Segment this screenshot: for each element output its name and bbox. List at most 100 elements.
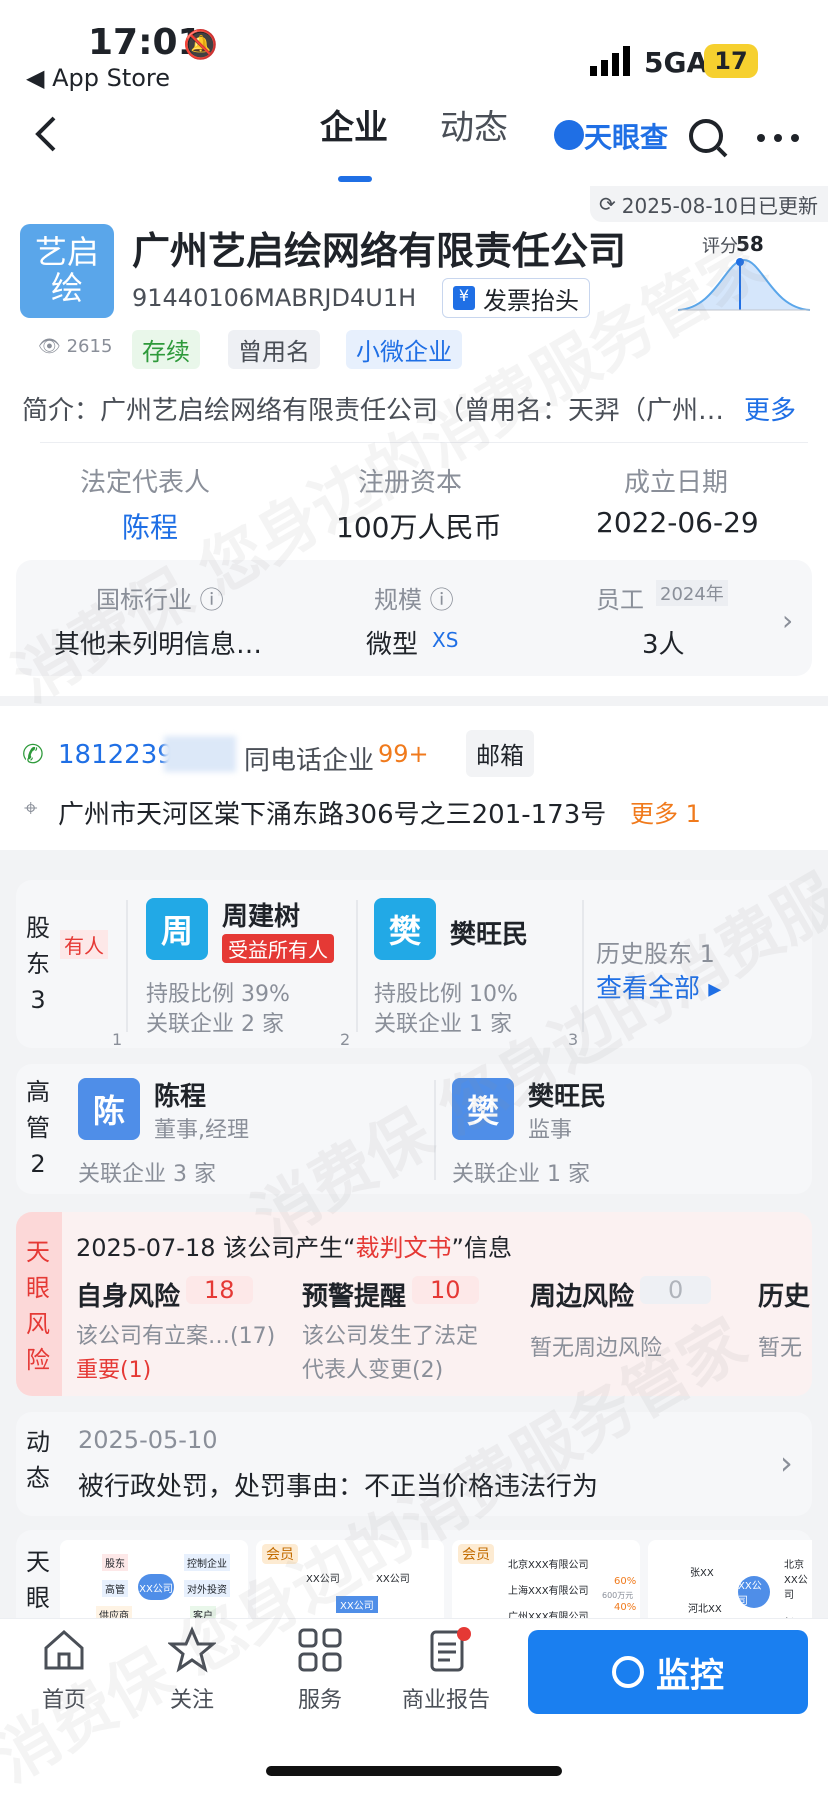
executive-name[interactable]: 樊旺民 <box>528 1076 606 1113</box>
home-indicator <box>266 1766 562 1776</box>
surrounding-risk-label[interactable]: 周边风险 <box>530 1276 634 1313</box>
brand-name: 天眼查 <box>584 121 669 154</box>
shareholder-name[interactable]: 周建树 <box>222 896 300 933</box>
monitor-button[interactable]: 监控 <box>528 1630 808 1714</box>
star-icon[interactable] <box>166 1626 218 1674</box>
self-risk-desc: 该公司有立案…(17) <box>76 1324 276 1349</box>
shareholder-index: 3 <box>568 1030 579 1049</box>
address-more-link[interactable]: 更多 1 <box>630 794 701 829</box>
brand-logo-icon <box>554 120 584 150</box>
news-text: 被行政处罚，处罚事由：不正当价格违法行为 <box>78 1472 599 1502</box>
phone-icon: ✆ <box>22 740 44 770</box>
staff-label: 员工 <box>596 586 644 614</box>
share-ratio: 持股比例 39% <box>146 982 290 1007</box>
search-icon[interactable] <box>688 118 728 162</box>
tab-news[interactable]: 动态 <box>440 100 508 149</box>
nav-service[interactable]: 服务 <box>298 1682 342 1714</box>
credit-code: 91440106MABRJD4U1H <box>132 284 417 312</box>
self-risk-count: 18 <box>186 1276 253 1304</box>
tab-company[interactable]: 企业 <box>320 100 388 149</box>
share-ratio: 持股比例 10% <box>374 982 518 1007</box>
tab-indicator <box>338 176 372 182</box>
risk-headline[interactable]: 2025-07-18 该公司产生“裁判文书”信息 <box>76 1228 512 1263</box>
executives-label: 高管2 <box>26 1078 50 1178</box>
same-phone-count[interactable]: 99+ <box>378 740 429 768</box>
divider <box>434 1080 436 1180</box>
scale-value: 微型 <box>366 630 419 660</box>
battery-indicator: 17 <box>704 44 758 78</box>
tag-small-enterprise[interactable]: 小微企业 <box>346 330 462 369</box>
warning-label[interactable]: 预警提醒 <box>302 1276 406 1313</box>
nav-report[interactable]: 商业报告 <box>402 1682 490 1714</box>
staff-year: 2024年 <box>656 580 728 606</box>
back-to-app-store[interactable]: ◀ App Store <box>26 64 170 92</box>
more-menu-icon[interactable] <box>756 128 800 147</box>
view-all-link[interactable]: 查看全部 ▸ <box>596 968 721 1005</box>
surrounding-risk-count: 0 <box>640 1276 712 1304</box>
warning-desc: 代表人变更(2) <box>302 1358 444 1383</box>
tag-status[interactable]: 存续 <box>132 330 200 369</box>
update-badge: ⟳ 2025-08-10日已更新 <box>590 186 828 222</box>
email-button[interactable]: 邮箱 <box>466 730 534 777</box>
news-label: 动态 <box>26 1428 50 1492</box>
related-companies[interactable]: 关联企业 1 家 <box>374 1006 512 1038</box>
industry-label: 国标行业 ⓘ <box>96 586 224 614</box>
nav-follow[interactable]: 关注 <box>170 1682 214 1714</box>
score-value: 58 <box>736 232 764 256</box>
shareholder-name[interactable]: 樊旺民 <box>450 914 528 951</box>
phone-number[interactable]: 1812239 <box>58 740 174 770</box>
company-name: 广州艺启绘网络有限责任公司 <box>132 229 627 273</box>
help-icon[interactable]: ⓘ <box>200 586 224 614</box>
invoice-button[interactable]: ¥ 发票抬头 <box>442 278 590 318</box>
nav-home[interactable]: 首页 <box>42 1682 86 1714</box>
chevron-right-icon[interactable]: › <box>782 604 793 637</box>
legal-rep-link[interactable]: 陈程 <box>122 506 178 546</box>
shareholder-index: 1 <box>112 1030 123 1049</box>
intro-more-link[interactable]: 更多 <box>744 390 796 427</box>
shareholders-label: 股东3 <box>26 914 50 1014</box>
self-risk-important[interactable]: 重要(1) <box>76 1352 151 1384</box>
self-risk-label[interactable]: 自身风险 <box>76 1276 180 1313</box>
history-risk-desc: 暂无 <box>758 1336 803 1361</box>
related-companies[interactable]: 关联企业 1 家 <box>452 1156 590 1188</box>
avatar[interactable]: 樊 <box>374 898 436 960</box>
surrounding-risk-desc: 暂无周边风险 <box>530 1336 663 1361</box>
divider <box>582 900 584 1032</box>
network-type: 5GA <box>644 46 709 79</box>
phone-blur-mask <box>164 736 236 772</box>
chevron-right-icon[interactable]: › <box>780 1444 793 1482</box>
location-icon: ⌖ <box>24 794 38 822</box>
history-shareholders: 历史股东 1 <box>596 940 715 968</box>
help-icon[interactable]: ⓘ <box>430 586 454 614</box>
tag-former-name[interactable]: 曾用名 <box>228 330 320 369</box>
history-risk-label[interactable]: 历史 <box>758 1276 810 1313</box>
related-companies[interactable]: 关联企业 2 家 <box>146 1006 284 1038</box>
avatar[interactable]: 樊 <box>452 1078 514 1140</box>
report-icon[interactable] <box>424 1626 472 1674</box>
beneficiary-tag: 受益所有人 <box>222 934 334 963</box>
monitor-icon <box>612 1656 644 1688</box>
signal-icon <box>590 46 632 80</box>
home-icon[interactable] <box>40 1626 88 1674</box>
staff-value: 3人 <box>642 630 685 660</box>
avatar[interactable]: 陈 <box>78 1078 140 1140</box>
founded-value: 2022-06-29 <box>596 506 759 539</box>
avatar[interactable]: 周 <box>146 898 208 960</box>
same-phone-label[interactable]: 同电话企业 <box>244 740 374 777</box>
mute-bell-icon: 🔕 <box>183 28 218 61</box>
score-distribution-chart[interactable] <box>676 254 812 324</box>
divider <box>126 900 128 1032</box>
grid-icon[interactable] <box>296 1626 344 1674</box>
legal-rep-label: 法定代表人 <box>80 468 211 498</box>
address-text: 广州市天河区棠下涌东路306号之三201-173号 <box>58 800 607 830</box>
refresh-icon: ⟳ <box>599 192 616 216</box>
warning-count: 10 <box>412 1276 479 1304</box>
capital-value: 100万人民币 <box>336 511 502 544</box>
risk-label: 天眼风险 <box>26 1238 50 1374</box>
back-icon[interactable] <box>32 114 60 158</box>
news-date: 2025-05-10 <box>78 1426 218 1454</box>
divider <box>356 900 358 1032</box>
related-companies[interactable]: 关联企业 3 家 <box>78 1156 216 1188</box>
founded-label: 成立日期 <box>624 468 729 498</box>
executive-name[interactable]: 陈程 <box>154 1076 206 1113</box>
